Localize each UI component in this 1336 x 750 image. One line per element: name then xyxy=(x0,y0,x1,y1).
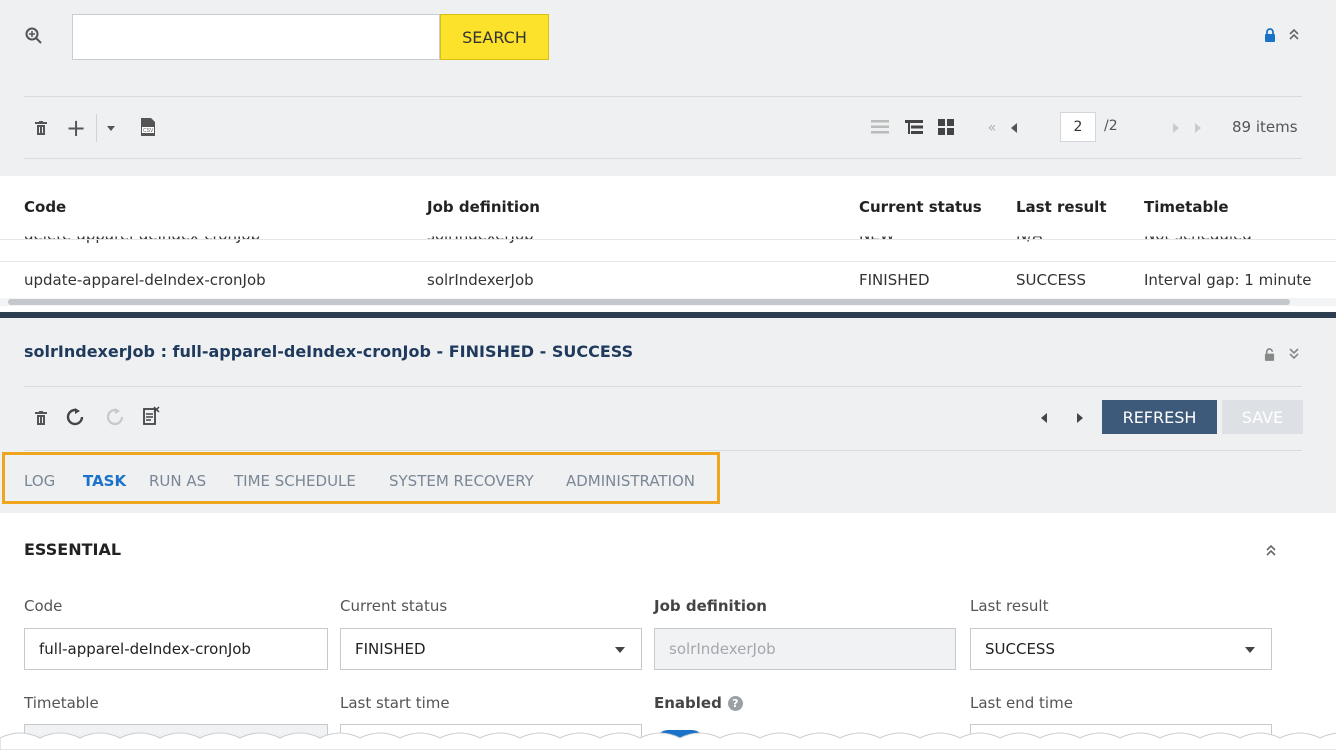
current-status-select[interactable]: FINISHED xyxy=(340,628,642,670)
code-field[interactable]: full-apparel-deIndex-cronJob xyxy=(24,628,328,670)
table-cell: NEW xyxy=(859,226,895,244)
column-header-current-status[interactable]: Current status xyxy=(859,198,982,216)
page-total: /2 xyxy=(1104,118,1118,134)
export-csv-icon[interactable]: CSV xyxy=(138,116,158,138)
grid-view-icon[interactable] xyxy=(936,118,956,136)
save-button[interactable]: SAVE xyxy=(1222,400,1303,434)
horizontal-scrollbar[interactable] xyxy=(0,298,1336,306)
field-label-timetable: Timetable xyxy=(24,694,99,712)
table-cell: update-apparel-deIndex-cronJob xyxy=(24,271,266,289)
search-input[interactable] xyxy=(72,14,440,60)
scrollbar-thumb[interactable] xyxy=(8,299,1290,305)
field-label-last-end-time: Last end time xyxy=(970,694,1073,712)
section-title: ESSENTIAL xyxy=(24,540,122,559)
section-collapse-icon[interactable] xyxy=(1262,540,1280,560)
next-item-icon[interactable] xyxy=(1074,410,1086,426)
page-number-input[interactable]: 2 xyxy=(1060,112,1096,142)
tree-view-icon[interactable] xyxy=(904,118,924,136)
torn-edge xyxy=(0,732,1336,750)
table-row[interactable]: update-apparel-deIndex-cronJob solrIndex… xyxy=(0,262,1336,296)
next-page-icon[interactable] xyxy=(1170,120,1182,136)
unlock-icon[interactable] xyxy=(1262,346,1276,362)
job-log-icon[interactable] xyxy=(140,404,162,428)
current-status-value: FINISHED xyxy=(355,640,426,658)
divider xyxy=(24,96,1302,97)
refresh-button[interactable]: REFRESH xyxy=(1102,400,1217,434)
divider xyxy=(24,450,1302,451)
abort-job-icon[interactable] xyxy=(104,406,126,428)
tab-system-recovery[interactable]: SYSTEM RECOVERY xyxy=(389,472,534,490)
list-view-icon[interactable] xyxy=(870,118,890,136)
table-row[interactable]: delete-apparel-deIndex-cronJob solrIndex… xyxy=(0,226,1336,246)
table-cell: N/A xyxy=(1016,226,1043,244)
editor-title: solrIndexerJob : full-apparel-deIndex-cr… xyxy=(24,342,634,361)
collapse-up-icon[interactable] xyxy=(1285,24,1303,44)
run-job-icon[interactable] xyxy=(64,406,86,428)
column-header-code[interactable]: Code xyxy=(24,198,66,216)
collapse-down-icon[interactable] xyxy=(1285,344,1303,364)
field-label-job-definition: Job definition xyxy=(654,597,767,615)
field-label-code: Code xyxy=(24,597,63,615)
svg-text:CSV: CSV xyxy=(143,128,154,134)
tab-administration[interactable]: ADMINISTRATION xyxy=(566,472,695,490)
table-cell: FINISHED xyxy=(859,271,930,289)
enabled-label-text: Enabled xyxy=(654,694,722,712)
table-cell: Not scheduled xyxy=(1144,226,1252,244)
row-divider xyxy=(0,239,1336,240)
divider xyxy=(24,386,1302,387)
delete-icon[interactable] xyxy=(32,408,50,428)
tab-run-as[interactable]: RUN AS xyxy=(149,472,206,490)
chevron-down-icon xyxy=(615,647,625,653)
last-page-icon[interactable] xyxy=(1192,120,1204,136)
first-page-icon[interactable]: « xyxy=(984,120,1000,136)
help-icon[interactable]: ? xyxy=(727,695,743,711)
dropdown-caret-icon[interactable] xyxy=(104,120,118,136)
advanced-search-icon[interactable] xyxy=(22,24,46,48)
tab-task[interactable]: TASK xyxy=(83,472,126,490)
field-label-current-status: Current status xyxy=(340,597,448,615)
field-label-last-start-time: Last start time xyxy=(340,694,450,712)
field-label-enabled: Enabled ? xyxy=(654,694,743,712)
search-button[interactable]: SEARCH xyxy=(440,14,549,60)
table-cell: delete-apparel-deIndex-cronJob xyxy=(24,226,261,244)
lock-icon[interactable] xyxy=(1262,26,1278,44)
items-count: 89 items xyxy=(1232,118,1298,136)
tab-time-schedule[interactable]: TIME SCHEDULE xyxy=(234,472,356,490)
table-cell: solrIndexerJob xyxy=(427,226,534,244)
toolbar-separator xyxy=(96,114,97,142)
field-label-last-result: Last result xyxy=(970,597,1049,615)
table-cell: SUCCESS xyxy=(1016,271,1086,289)
add-icon[interactable]: + xyxy=(64,114,88,142)
previous-item-icon[interactable] xyxy=(1038,410,1050,426)
last-result-value: SUCCESS xyxy=(985,640,1055,658)
column-header-job-definition[interactable]: Job definition xyxy=(427,198,540,216)
divider xyxy=(24,158,1302,159)
table-cell: solrIndexerJob xyxy=(427,271,534,289)
previous-page-icon[interactable] xyxy=(1008,120,1020,136)
chevron-down-icon xyxy=(1245,647,1255,653)
tab-log[interactable]: LOG xyxy=(24,472,55,490)
job-definition-field: solrIndexerJob xyxy=(654,628,956,670)
table-cell: Interval gap: 1 minute xyxy=(1144,271,1312,289)
column-header-last-result[interactable]: Last result xyxy=(1016,198,1107,216)
delete-icon[interactable] xyxy=(32,118,50,138)
column-header-timetable[interactable]: Timetable xyxy=(1144,198,1229,216)
last-result-select[interactable]: SUCCESS xyxy=(970,628,1272,670)
